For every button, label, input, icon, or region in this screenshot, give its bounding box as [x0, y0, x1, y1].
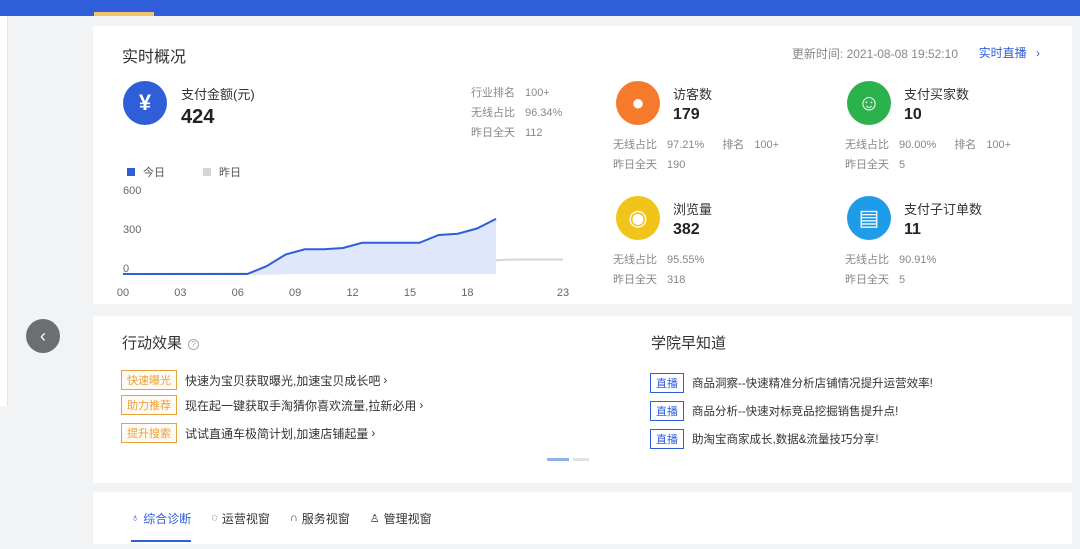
buyers-value: 10 [904, 106, 922, 123]
buyers-label: 支付买家数 [904, 87, 970, 102]
academy-item[interactable]: 直播 商品分析--快速对标竞品挖掘销售提升点! [650, 401, 898, 421]
legend-swatch-yesterday [203, 168, 211, 176]
help-icon[interactable]: ? [188, 338, 200, 350]
overview-title: 实时概况 [122, 49, 187, 66]
payment-label: 支付金额(元) [181, 87, 255, 102]
academy-item[interactable]: 直播 商品洞察--快速精准分析店铺情况提升运营效率! [650, 373, 933, 393]
payment-trend-chart: 600300000 03 06 09 12 15 18 23 [117, 185, 569, 299]
update-time: 更新时间: 2021-08-08 19:52:10 [791, 47, 958, 61]
academy-title: 学院早知道 [651, 335, 727, 352]
action-effect-card: 行动效果? 快速曝光 快速为宝贝获取曝光,加速宝贝成长吧 › 助力推荐 现在起一… [93, 316, 622, 483]
y-tick-label: 300 [123, 224, 141, 236]
pageviews-wireless: 无线占比 95.55% [613, 254, 705, 266]
realtime-overview-card: 实时概况 更新时间: 2021-08-08 19:52:10 实时直播 › ¥ … [93, 26, 1072, 304]
chevron-right-icon: › [1036, 46, 1040, 60]
academy-item[interactable]: 直播 助淘宝商家成长,数据&流量技巧分享! [650, 429, 879, 449]
tab-management[interactable]: ♙ 管理视窗 [370, 492, 432, 544]
tab-service[interactable]: ∩ 服务视窗 [290, 492, 350, 544]
chevron-right-icon: › [419, 398, 424, 412]
chevron-left-icon[interactable]: ‹ [26, 319, 60, 353]
tab-operations[interactable]: ◌ 运营视窗 [211, 492, 270, 544]
suborders-yesterday: 昨日全天 5 [845, 274, 906, 286]
x-tick-label: 23 [557, 287, 569, 299]
x-tick-label: 12 [346, 287, 358, 299]
left-panel [0, 16, 8, 406]
bottom-tabs-card: ♁ 综合诊断 ◌ 运营视窗 ∩ 服务视窗 ♙ 管理视窗 [93, 492, 1072, 544]
x-tick-label: 00 [117, 287, 129, 299]
pageviews-yesterday: 昨日全天 318 [613, 274, 686, 286]
eye-icon: ◉ [616, 196, 660, 240]
buyers-icon: ☺ [847, 81, 891, 125]
tab-diagnose[interactable]: ♁ 综合诊断 [131, 492, 192, 544]
suborders-wireless: 无线占比 90.91% [845, 254, 937, 266]
chevron-right-icon: › [371, 426, 376, 440]
action-item[interactable]: 提升搜索 试试直通车极简计划,加速店铺起量 › [121, 423, 375, 443]
carousel-dot-active[interactable] [547, 458, 569, 461]
top-bar [0, 0, 1080, 16]
operations-icon: ◌ [211, 512, 218, 524]
manage-icon: ♙ [369, 512, 380, 525]
buyers-yesterday: 昨日全天 5 [845, 159, 906, 171]
footprint-icon: ● [616, 81, 660, 125]
diagnose-icon: ♁ [131, 512, 140, 524]
carousel-dot[interactable] [573, 458, 589, 461]
series-area-today [123, 218, 497, 274]
action-item[interactable]: 快速曝光 快速为宝贝获取曝光,加速宝贝成长吧 › [121, 370, 387, 390]
visitors-label: 访客数 [673, 87, 713, 102]
suborders-label: 支付子订单数 [904, 202, 983, 217]
payment-yesterday: 昨日全天 112 [471, 127, 543, 139]
live-link[interactable]: 实时直播 › [979, 44, 1040, 61]
legend-swatch-today [127, 168, 135, 176]
pageviews-label: 浏览量 [673, 202, 713, 217]
legend-today: 今日 [127, 164, 165, 180]
chevron-right-icon: › [383, 373, 388, 387]
x-tick-label: 15 [404, 287, 416, 299]
suborders-value: 11 [904, 221, 921, 238]
y-tick-label: 600 [123, 185, 141, 197]
visitors-wireless: 无线占比 97.21% 排名 100+ [613, 139, 780, 151]
x-tick-label: 03 [174, 287, 186, 299]
x-tick-label: 18 [461, 287, 473, 299]
visitors-value: 179 [673, 106, 700, 123]
payment-value: 424 [181, 106, 215, 128]
payment-rank: 行业排名 100+ [471, 87, 550, 99]
x-tick-label: 09 [289, 287, 301, 299]
action-title: 行动效果? [122, 332, 200, 353]
legend-yesterday: 昨日 [203, 164, 241, 180]
buyers-wireless: 无线占比 90.00% 排名 100+ [845, 139, 1012, 151]
pageviews-value: 382 [673, 221, 700, 238]
headset-icon: ∩ [289, 512, 298, 524]
x-tick-label: 06 [232, 287, 244, 299]
yen-icon: ¥ [123, 81, 167, 125]
academy-card: 学院早知道 直播 商品洞察--快速精准分析店铺情况提升运营效率! 直播 商品分析… [622, 316, 1072, 483]
view-tabs: ♁ 综合诊断 ◌ 运营视窗 ∩ 服务视窗 ♙ 管理视窗 [131, 492, 452, 544]
top-bar-active-indicator [94, 12, 154, 16]
action-item[interactable]: 助力推荐 现在起一键获取手淘猜你喜欢流量,拉新必用 › [121, 395, 423, 415]
payment-wireless: 无线占比 96.34% [471, 107, 563, 119]
clipboard-icon: ▤ [847, 196, 891, 240]
visitors-yesterday: 昨日全天 190 [613, 159, 686, 171]
